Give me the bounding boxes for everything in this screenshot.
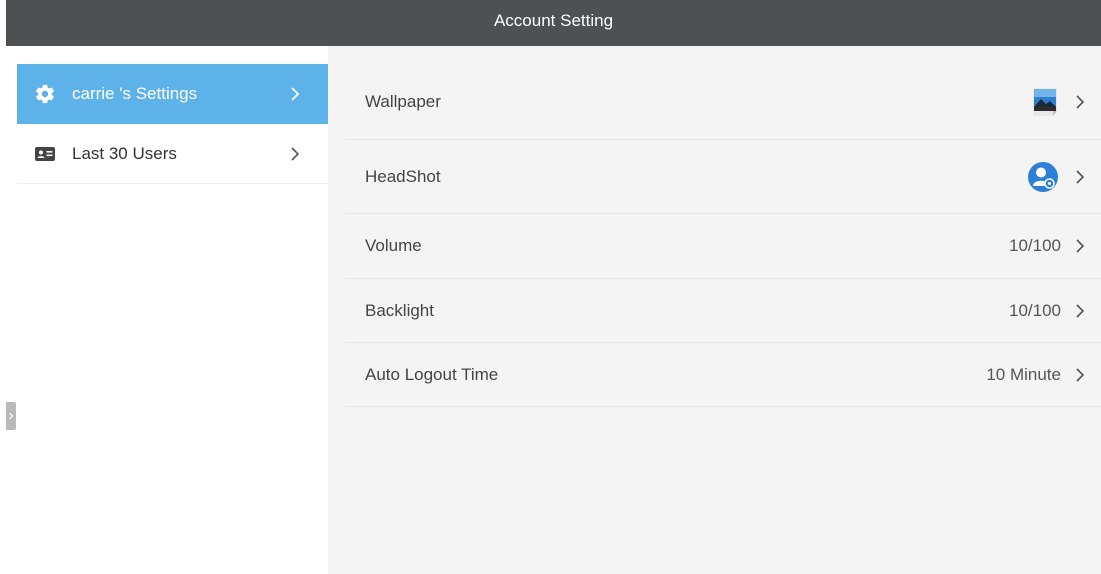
sidebar-item-last-users[interactable]: Last 30 Users xyxy=(17,124,328,184)
setting-value: 10/100 xyxy=(1009,236,1061,255)
settings-panel: Wallpaper HeadShot Volume 10/100 Backlig… xyxy=(328,46,1101,574)
sidebar: carrie 's Settings Last 30 Users xyxy=(17,46,328,574)
setting-row-wallpaper[interactable]: Wallpaper xyxy=(345,64,1101,140)
setting-value: 10 Minute xyxy=(986,364,1061,384)
setting-label: Wallpaper xyxy=(365,91,441,111)
chevron-right-icon xyxy=(288,144,302,164)
id-card-icon xyxy=(34,143,56,165)
headshot-avatar-icon xyxy=(1027,161,1059,193)
setting-label: Auto Logout Time xyxy=(365,364,499,384)
sidebar-item-label: carrie 's Settings xyxy=(72,84,198,103)
setting-row-volume[interactable]: Volume 10/100 xyxy=(345,214,1101,279)
title-bar: Account Setting xyxy=(6,0,1101,46)
chevron-right-icon xyxy=(1073,236,1087,256)
setting-row-backlight[interactable]: Backlight 10/100 xyxy=(345,279,1101,343)
chevron-right-icon xyxy=(288,84,302,104)
setting-label: Backlight xyxy=(365,300,434,320)
wallpaper-thumbnail-icon xyxy=(1031,87,1059,117)
chevron-right-icon xyxy=(1073,365,1087,385)
chevron-right-icon xyxy=(1073,167,1087,187)
gear-icon xyxy=(34,83,56,105)
setting-label: Volume xyxy=(365,236,422,255)
chevron-right-icon xyxy=(1073,92,1087,112)
sidebar-item-label: Last 30 Users xyxy=(72,143,177,163)
page-title: Account Setting xyxy=(493,11,614,30)
app-window: Account Setting carrie 's Settings Last … xyxy=(0,0,1101,574)
setting-row-headshot[interactable]: HeadShot xyxy=(345,140,1101,214)
setting-row-auto-logout[interactable]: Auto Logout Time 10 Minute xyxy=(345,343,1101,407)
sidebar-item-settings[interactable]: carrie 's Settings xyxy=(17,64,328,124)
setting-label: HeadShot xyxy=(365,166,441,186)
drawer-handle-icon[interactable] xyxy=(6,402,16,430)
setting-value: 10/100 xyxy=(1009,300,1061,320)
chevron-right-icon xyxy=(1073,301,1087,321)
